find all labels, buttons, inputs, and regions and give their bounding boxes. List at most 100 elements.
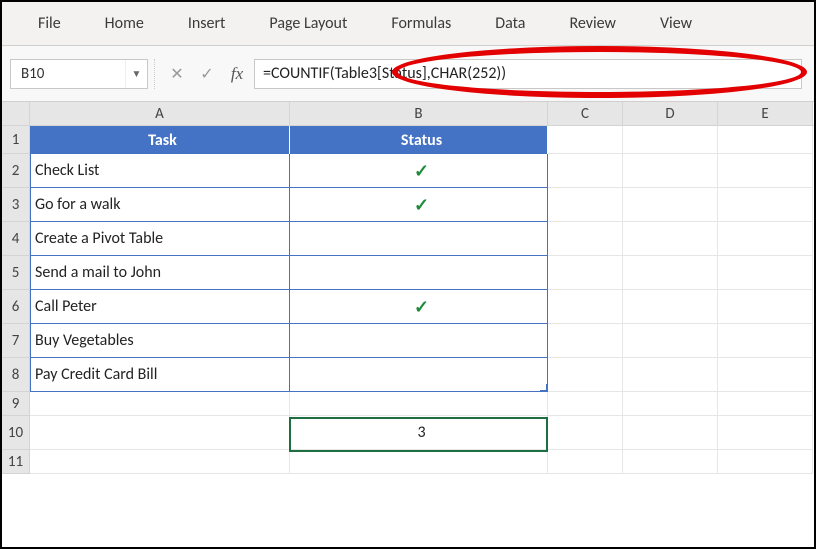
cell-e1[interactable] bbox=[718, 126, 813, 154]
row-11: 11 bbox=[2, 450, 814, 474]
cell-task[interactable]: Send a mail to John bbox=[30, 256, 290, 290]
cell[interactable] bbox=[623, 392, 718, 416]
cancel-icon[interactable]: ✕ bbox=[162, 59, 192, 89]
row-header-10[interactable]: 10 bbox=[2, 416, 30, 450]
cell[interactable] bbox=[548, 392, 623, 416]
cell-task[interactable]: Buy Vegetables bbox=[30, 324, 290, 358]
cell[interactable] bbox=[548, 256, 623, 290]
cell-status[interactable] bbox=[290, 324, 548, 358]
row-header-8[interactable]: 8 bbox=[2, 358, 30, 392]
row-header-6[interactable]: 6 bbox=[2, 290, 30, 324]
cell[interactable] bbox=[548, 450, 623, 474]
row-header-3[interactable]: 3 bbox=[2, 188, 30, 222]
ribbon-tabs: File Home Insert Page Layout Formulas Da… bbox=[2, 2, 814, 46]
name-box-dropdown-icon[interactable]: ▼ bbox=[125, 60, 147, 88]
cell[interactable] bbox=[718, 256, 813, 290]
table-row: 6 Call Peter ✓ bbox=[2, 290, 814, 324]
cell[interactable] bbox=[548, 290, 623, 324]
cell-task[interactable]: Go for a walk bbox=[30, 188, 290, 222]
ribbon-tab-page-layout[interactable]: Page Layout bbox=[251, 6, 365, 41]
cell-task[interactable]: Check List bbox=[30, 154, 290, 188]
cell[interactable] bbox=[290, 450, 548, 474]
cell[interactable] bbox=[718, 188, 813, 222]
cell[interactable] bbox=[548, 154, 623, 188]
formula-bar: B10 ▼ ✕ ✓ fx =COUNTIF(Table3[Status],CHA… bbox=[2, 46, 814, 102]
cell[interactable] bbox=[548, 358, 623, 392]
ribbon-tab-review[interactable]: Review bbox=[551, 6, 634, 41]
cell[interactable] bbox=[718, 392, 813, 416]
row-header-11[interactable]: 11 bbox=[2, 450, 30, 474]
cell[interactable] bbox=[718, 358, 813, 392]
cell-d1[interactable] bbox=[623, 126, 718, 154]
column-header-c[interactable]: C bbox=[548, 102, 623, 125]
cell-status[interactable] bbox=[290, 222, 548, 256]
enter-icon[interactable]: ✓ bbox=[192, 59, 222, 89]
cell-result[interactable]: 3 bbox=[290, 416, 548, 450]
formula-input[interactable]: =COUNTIF(Table3[Status],CHAR(252)) bbox=[254, 59, 802, 89]
ribbon-tab-insert[interactable]: Insert bbox=[170, 6, 244, 41]
ribbon-tab-view[interactable]: View bbox=[642, 6, 710, 41]
spreadsheet-grid[interactable]: A B C D E 1 Task Status 2 Check List ✓ 3… bbox=[2, 102, 814, 474]
table-row: 2 Check List ✓ bbox=[2, 154, 814, 188]
table-row: 5 Send a mail to John bbox=[2, 256, 814, 290]
checkmark-icon: ✓ bbox=[414, 296, 429, 318]
column-header-a[interactable]: A bbox=[30, 102, 290, 125]
cell[interactable] bbox=[623, 450, 718, 474]
cell-task[interactable]: Create a Pivot Table bbox=[30, 222, 290, 256]
cell[interactable] bbox=[623, 416, 718, 450]
ribbon-tab-file[interactable]: File bbox=[20, 6, 79, 41]
cell-c1[interactable] bbox=[548, 126, 623, 154]
cell[interactable] bbox=[623, 358, 718, 392]
cell[interactable] bbox=[623, 188, 718, 222]
formula-text: =COUNTIF(Table3[Status],CHAR(252)) bbox=[263, 64, 506, 83]
row-9: 9 bbox=[2, 392, 814, 416]
table-resize-handle[interactable] bbox=[540, 384, 548, 392]
cell-task[interactable]: Pay Credit Card Bill bbox=[30, 358, 290, 392]
cell[interactable] bbox=[290, 392, 548, 416]
ribbon-tab-formulas[interactable]: Formulas bbox=[373, 6, 469, 41]
cell[interactable] bbox=[30, 392, 290, 416]
column-header-e[interactable]: E bbox=[718, 102, 813, 125]
cell[interactable] bbox=[623, 154, 718, 188]
column-header-b[interactable]: B bbox=[290, 102, 548, 125]
row-header-9[interactable]: 9 bbox=[2, 392, 30, 416]
row-header-4[interactable]: 4 bbox=[2, 222, 30, 256]
cell[interactable] bbox=[623, 256, 718, 290]
cell[interactable] bbox=[548, 222, 623, 256]
row-header-5[interactable]: 5 bbox=[2, 256, 30, 290]
row-header-1[interactable]: 1 bbox=[2, 126, 30, 154]
cell[interactable] bbox=[30, 416, 290, 450]
cell[interactable] bbox=[548, 324, 623, 358]
table-row: 7 Buy Vegetables bbox=[2, 324, 814, 358]
table-header-task[interactable]: Task bbox=[30, 126, 290, 154]
cell[interactable] bbox=[718, 154, 813, 188]
cell-status[interactable]: ✓ bbox=[290, 290, 548, 324]
cell-task[interactable]: Call Peter bbox=[30, 290, 290, 324]
table-row: 3 Go for a walk ✓ bbox=[2, 188, 814, 222]
cell[interactable] bbox=[718, 450, 813, 474]
cell[interactable] bbox=[548, 188, 623, 222]
cell[interactable] bbox=[30, 450, 290, 474]
cell-status[interactable]: ✓ bbox=[290, 188, 548, 222]
insert-function-icon[interactable]: fx bbox=[222, 59, 252, 89]
cell[interactable] bbox=[623, 290, 718, 324]
cell[interactable] bbox=[718, 324, 813, 358]
cell-status[interactable] bbox=[290, 358, 548, 392]
cell[interactable] bbox=[718, 416, 813, 450]
column-header-d[interactable]: D bbox=[623, 102, 718, 125]
row-header-2[interactable]: 2 bbox=[2, 154, 30, 188]
table-header-status[interactable]: Status bbox=[290, 126, 548, 154]
cell[interactable] bbox=[623, 222, 718, 256]
ribbon-tab-home[interactable]: Home bbox=[87, 6, 162, 41]
cell[interactable] bbox=[623, 324, 718, 358]
row-header-7[interactable]: 7 bbox=[2, 324, 30, 358]
checkmark-icon: ✓ bbox=[414, 194, 429, 216]
select-all-corner[interactable] bbox=[2, 102, 30, 125]
ribbon-tab-data[interactable]: Data bbox=[477, 6, 543, 41]
name-box[interactable]: B10 ▼ bbox=[10, 59, 148, 89]
cell[interactable] bbox=[548, 416, 623, 450]
cell[interactable] bbox=[718, 290, 813, 324]
cell-status[interactable] bbox=[290, 256, 548, 290]
cell[interactable] bbox=[718, 222, 813, 256]
cell-status[interactable]: ✓ bbox=[290, 154, 548, 188]
